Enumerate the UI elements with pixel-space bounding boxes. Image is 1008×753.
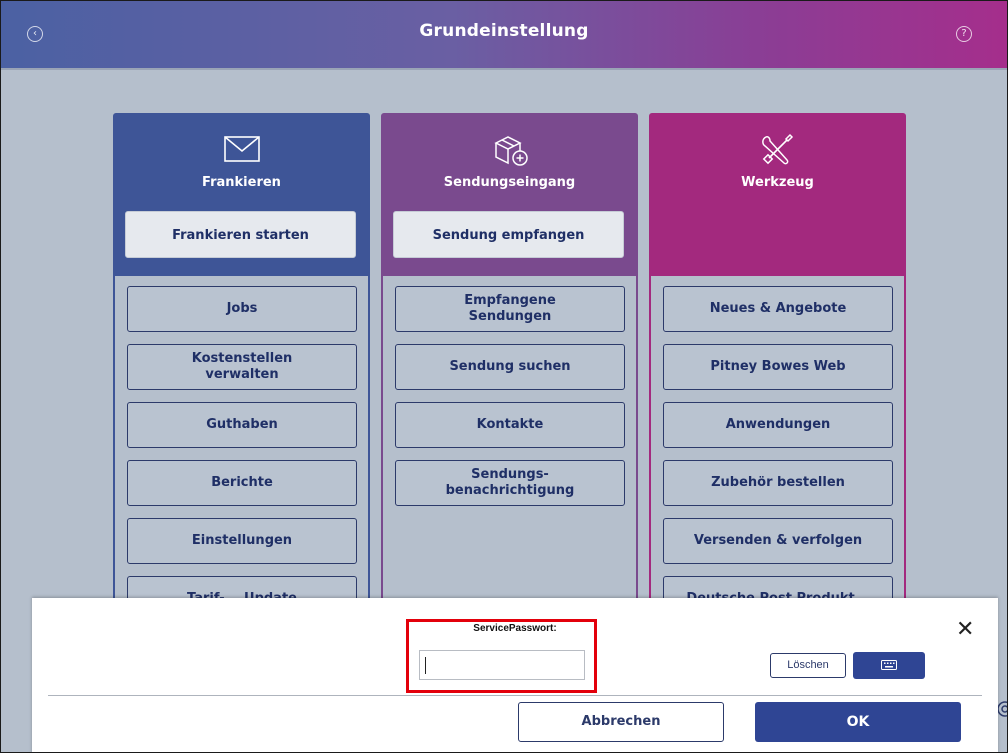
menu-item-einstellungen[interactable]: Einstellungen <box>127 518 357 564</box>
menu-item-pitney-bowes-web[interactable]: Pitney Bowes Web <box>663 344 893 390</box>
menu-item-sendung-suchen[interactable]: Sendung suchen <box>395 344 625 390</box>
menu-item-neues-angebote[interactable]: Neues & Angebote <box>663 286 893 332</box>
highlight-box <box>406 619 597 693</box>
menu-item-berichte[interactable]: Berichte <box>127 460 357 506</box>
package-add-icon <box>494 136 528 166</box>
menu-item-guthaben[interactable]: Guthaben <box>127 402 357 448</box>
page-title: Grundeinstellung <box>419 21 589 41</box>
sendung-empfangen-button[interactable]: Sendung empfangen <box>393 211 624 258</box>
column-header: Sendungseingang Sendung empfangen <box>381 113 638 276</box>
keyboard-button[interactable] <box>853 652 925 679</box>
dialog-divider <box>48 695 982 696</box>
menu-item-empfangene-sendungen[interactable]: Empfangene Sendungen <box>395 286 625 332</box>
menu-item-sendungsbenachrichtigung[interactable]: Sendungs- benachrichtigung <box>395 460 625 506</box>
loeschen-button[interactable]: Löschen <box>770 653 846 678</box>
column-title: Frankieren <box>202 175 281 190</box>
column-header: Frankieren Frankieren starten <box>113 113 370 276</box>
service-password-dialog: ServicePasswort: ✕ Löschen Abbrechen OK <box>32 598 998 752</box>
column-title: Sendungseingang <box>443 175 576 190</box>
menu-item-kontakte[interactable]: Kontakte <box>395 402 625 448</box>
menu-item-kostenstellen[interactable]: Kostenstellen verwalten <box>127 344 357 390</box>
column-header: Werkzeug <box>649 113 906 276</box>
menu-item-jobs[interactable]: Jobs <box>127 286 357 332</box>
title-bar: ‹ Grundeinstellung ? <box>1 1 1007 70</box>
keyboard-icon <box>881 660 897 670</box>
app-window: ‹ Grundeinstellung ? Frankieren Frankier… <box>0 0 1008 753</box>
menu-item-zubehoer-bestellen[interactable]: Zubehör bestellen <box>663 460 893 506</box>
frankieren-starten-button[interactable]: Frankieren starten <box>125 211 356 258</box>
tools-icon <box>762 133 794 165</box>
column-title: Werkzeug <box>741 175 814 190</box>
menu-item-anwendungen[interactable]: Anwendungen <box>663 402 893 448</box>
help-circle-icon[interactable]: ? <box>956 26 972 42</box>
menu-item-versenden-verfolgen[interactable]: Versenden & verfolgen <box>663 518 893 564</box>
close-icon[interactable]: ✕ <box>956 617 974 642</box>
envelope-icon <box>224 136 260 162</box>
abbrechen-button[interactable]: Abbrechen <box>518 702 724 742</box>
ok-button[interactable]: OK <box>755 702 961 742</box>
